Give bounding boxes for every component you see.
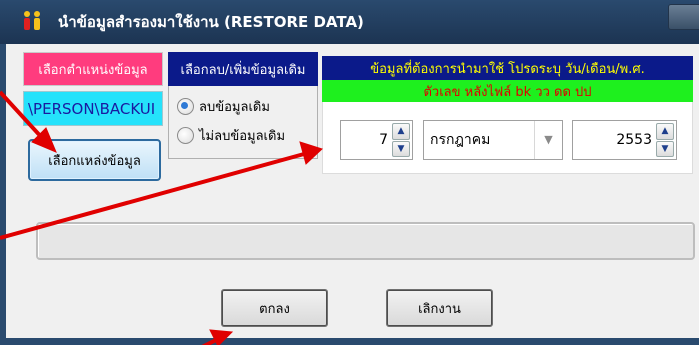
people-icon — [22, 10, 42, 32]
radio-delete-label: ลบข้อมูลเดิม — [199, 100, 270, 115]
year-up-icon[interactable]: ▲ — [656, 123, 674, 140]
source-location-header: เลือกตำแหน่งข้อมูล — [23, 52, 163, 86]
radio-selected-icon[interactable] — [177, 98, 194, 115]
day-value[interactable]: 7 — [379, 121, 388, 159]
progress-bar — [36, 222, 695, 260]
window-title: นำข้อมูลสำรองมาใช้งาน (RESTORE DATA) — [58, 13, 364, 31]
month-value[interactable]: กรกฎาคม — [430, 121, 490, 159]
window-control-button[interactable] — [668, 4, 699, 30]
year-value[interactable]: 2553 — [616, 121, 652, 159]
cancel-button[interactable]: เลิกงาน — [386, 289, 493, 327]
radio-keep-label: ไม่ลบข้อมูลเดิม — [199, 129, 286, 144]
date-header: ข้อมูลที่ต้องการนำมาใช้ โปรดระบุ วัน/เดื… — [322, 56, 693, 80]
window-border-bottom — [0, 338, 699, 345]
day-down-icon[interactable]: ▼ — [392, 140, 410, 157]
choose-source-button[interactable]: เลือกแหล่งข้อมูล — [28, 139, 161, 181]
year-stepper[interactable]: 2553 ▲ ▼ — [572, 120, 677, 160]
date-note: ตัวเลข หลังไฟล์ bk วว ดด ปป — [322, 80, 693, 102]
radio-delete-existing[interactable]: ลบข้อมูลเดิม — [177, 96, 270, 117]
source-path-field[interactable]: \PERSON\BACKUI — [23, 91, 163, 126]
ok-button[interactable]: ตกลง — [221, 289, 328, 327]
day-up-icon[interactable]: ▲ — [392, 123, 410, 140]
radio-keep-existing[interactable]: ไม่ลบข้อมูลเดิม — [177, 125, 285, 146]
restore-window: นำข้อมูลสำรองมาใช้งาน (RESTORE DATA) เลื… — [0, 0, 699, 345]
delete-option-header: เลือกลบ/เพิ่มข้อมูลเดิม — [168, 52, 318, 86]
day-stepper[interactable]: 7 ▲ ▼ — [340, 120, 413, 160]
chevron-down-icon[interactable]: ▼ — [534, 121, 562, 159]
year-down-icon[interactable]: ▼ — [656, 140, 674, 157]
radio-unselected-icon[interactable] — [177, 127, 194, 144]
month-select[interactable]: กรกฎาคม ▼ — [423, 120, 563, 160]
